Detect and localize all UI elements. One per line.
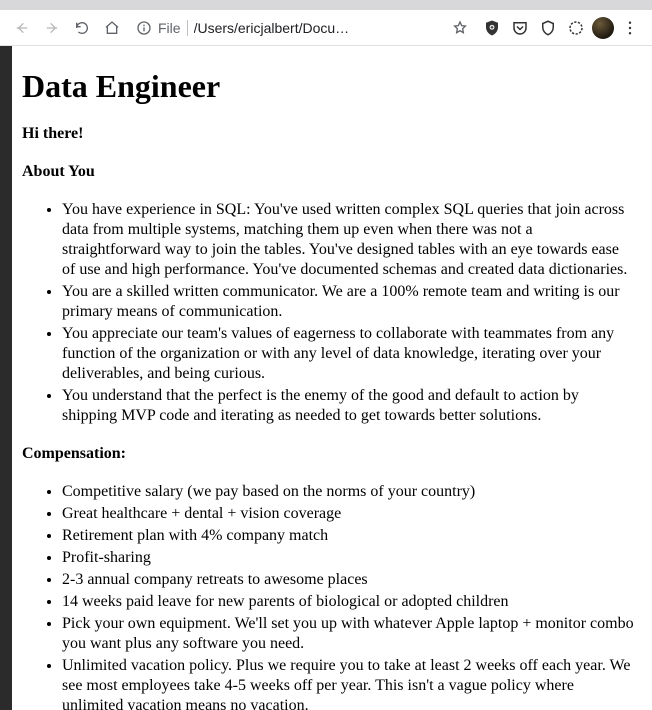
circle-extension-icon[interactable] bbox=[564, 16, 588, 40]
list-item: You have experience in SQL: You've used … bbox=[62, 200, 634, 280]
bookmark-button[interactable] bbox=[452, 20, 468, 36]
url-separator bbox=[187, 20, 188, 36]
shield-extension-icon[interactable] bbox=[536, 16, 560, 40]
list-item: 2-3 annual company retreats to awesome p… bbox=[62, 570, 634, 590]
list-item: Pick your own equipment. We'll set you u… bbox=[62, 614, 634, 654]
arrow-left-icon bbox=[14, 20, 30, 36]
list-item: You are a skilled written communicator. … bbox=[62, 282, 634, 322]
list-item: 14 weeks paid leave for new parents of b… bbox=[62, 592, 634, 612]
home-button[interactable] bbox=[98, 14, 126, 42]
star-icon bbox=[452, 20, 468, 36]
menu-button[interactable] bbox=[618, 16, 642, 40]
ublock-extension-icon[interactable] bbox=[480, 16, 504, 40]
pocket-extension-icon[interactable] bbox=[508, 16, 532, 40]
compensation-list: Competitive salary (we pay based on the … bbox=[22, 482, 634, 710]
about-you-list: You have experience in SQL: You've used … bbox=[22, 200, 634, 426]
list-item: Retirement plan with 4% company match bbox=[62, 526, 634, 546]
tab-strip bbox=[0, 0, 652, 10]
list-item: Great healthcare + dental + vision cover… bbox=[62, 504, 634, 524]
arrow-right-icon bbox=[44, 20, 60, 36]
greeting-heading: Hi there! bbox=[22, 124, 634, 144]
address-bar[interactable]: File /Users/ericjalbert/Docu… bbox=[128, 14, 476, 42]
browser-toolbar: File /Users/ericjalbert/Docu… bbox=[0, 10, 652, 46]
reload-icon bbox=[74, 20, 90, 36]
list-item: Unlimited vacation policy. Plus we requi… bbox=[62, 656, 634, 710]
list-item: You understand that the perfect is the e… bbox=[62, 386, 634, 426]
forward-button[interactable] bbox=[38, 14, 66, 42]
list-item: Competitive salary (we pay based on the … bbox=[62, 482, 634, 502]
compensation-heading: Compensation: bbox=[22, 444, 634, 464]
kebab-menu-icon bbox=[621, 19, 639, 37]
page-viewport[interactable]: Data Engineer Hi there! About You You ha… bbox=[12, 46, 652, 710]
site-info-icon[interactable] bbox=[136, 20, 152, 36]
home-icon bbox=[104, 20, 120, 36]
document-body: Data Engineer Hi there! About You You ha… bbox=[12, 46, 652, 710]
url-path: /Users/ericjalbert/Docu… bbox=[194, 20, 446, 36]
reload-button[interactable] bbox=[68, 14, 96, 42]
list-item: You appreciate our team's values of eage… bbox=[62, 324, 634, 384]
page-title: Data Engineer bbox=[22, 66, 634, 106]
left-background-strip bbox=[0, 46, 12, 710]
back-button[interactable] bbox=[8, 14, 36, 42]
url-scheme: File bbox=[158, 20, 181, 36]
list-item: Profit-sharing bbox=[62, 548, 634, 568]
extension-icons bbox=[478, 16, 644, 40]
profile-avatar[interactable] bbox=[592, 17, 614, 39]
about-you-heading: About You bbox=[22, 162, 634, 182]
